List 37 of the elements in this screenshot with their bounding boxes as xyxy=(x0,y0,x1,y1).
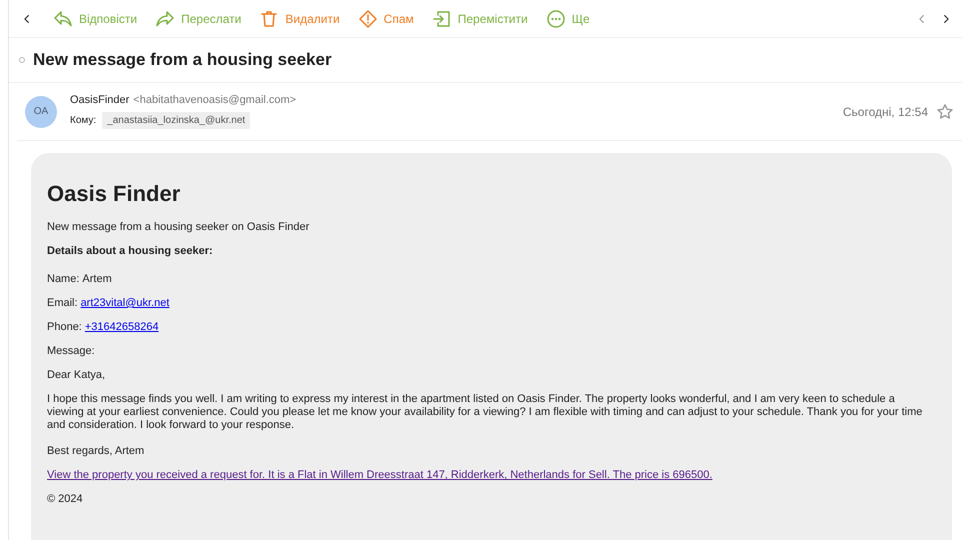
email-subject: New message from a housing seeker xyxy=(33,50,332,70)
recipient-label: Кому: xyxy=(70,115,96,126)
sender-avatar: OA xyxy=(25,96,57,128)
star-button[interactable] xyxy=(936,102,954,120)
field-label: Email: xyxy=(47,297,78,310)
toolbar-button[interactable]: Відповісти xyxy=(49,4,142,32)
sender-email: <habitathavenoasis@gmail.com> xyxy=(133,94,296,106)
reply-icon xyxy=(53,8,73,28)
field-value: Artem xyxy=(82,273,112,286)
sender-name: OasisFinder xyxy=(70,94,130,106)
move-icon xyxy=(432,8,452,28)
field-link[interactable]: +31642658264 xyxy=(84,321,159,334)
property-link[interactable]: View the property you received a request for. It is a Flat in Willem Dreesstraat 147, Ridderkerk, Netherlands for Sell. The price is 696500. xyxy=(47,469,712,481)
toolbar-button[interactable]: Видалити xyxy=(255,4,344,32)
message-text: I hope this message finds you well. I am writing to express my interest in the apartment listed on Oasis Finder. The property looks wonderful, and I am very keen to schedule a viewing at your earliest convenience. Could you please let me know your availability for a viewing? I am flexible with timing and can adjust to your schedule. Thank you for your time and consideration. I look forward to your response. xyxy=(47,393,924,432)
brand-title: Oasis Finder xyxy=(47,181,182,207)
message-date: Сьогодні, 12:54 xyxy=(842,104,928,118)
details-heading: Details about a housing seeker: xyxy=(47,245,214,258)
field-label: Phone: xyxy=(47,321,82,334)
message-label: Message: xyxy=(47,345,96,358)
more-icon xyxy=(546,8,566,28)
toolbar-button[interactable]: Переслати xyxy=(151,4,246,32)
warning-icon xyxy=(358,8,378,28)
signoff-text: Best regards, Artem xyxy=(47,445,146,458)
toolbar-button[interactable]: Спам xyxy=(354,4,418,32)
recipient-chip[interactable]: _anastasiia_lozinska_@ukr.net xyxy=(102,112,250,129)
intro-text: New message from a housing seeker on Oasis Finder xyxy=(47,221,310,234)
copyright-text: © 2024 xyxy=(47,493,84,506)
greeting-text: Dear Katya, xyxy=(47,369,106,382)
toolbar-button[interactable]: Перемістити xyxy=(428,4,532,32)
unread-dot[interactable] xyxy=(19,57,25,63)
forward-icon xyxy=(155,8,176,28)
star-icon xyxy=(936,102,954,120)
field-label: Name: xyxy=(47,273,80,286)
toolbar-button[interactable]: Ще xyxy=(542,4,594,32)
trash-icon xyxy=(259,8,280,28)
field-link[interactable]: art23vital@ukr.net xyxy=(80,297,170,310)
